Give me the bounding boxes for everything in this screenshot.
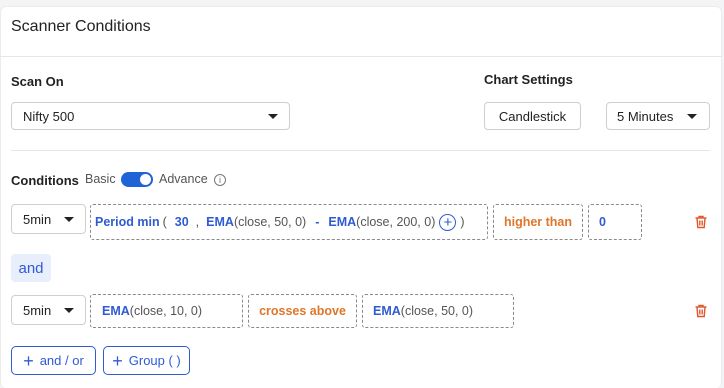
- fn-ema-left[interactable]: EMA: [102, 304, 130, 318]
- page-title: Scanner Conditions: [11, 18, 151, 35]
- scanner-panel: [0, 6, 722, 388]
- delete-row1-icon[interactable]: [693, 214, 709, 235]
- section-divider: [11, 150, 710, 151]
- chart-settings-label: Chart Settings: [484, 72, 573, 87]
- row1-timeframe-select[interactable]: 5min: [11, 204, 86, 234]
- period-value[interactable]: 30: [175, 215, 189, 229]
- info-icon[interactable]: i: [214, 174, 226, 186]
- chart-type-button[interactable]: Candlestick: [484, 102, 581, 130]
- chevron-down-icon: [687, 113, 697, 119]
- mode-advance-label: Advance: [159, 172, 208, 186]
- and-joiner-label: and: [18, 259, 44, 277]
- chevron-down-icon: [64, 307, 74, 313]
- conditions-label: Conditions: [11, 173, 79, 188]
- ema-left-args[interactable]: (close, 10, 0): [130, 304, 202, 318]
- add-and-or-button[interactable]: + and / or: [11, 346, 96, 375]
- row2-timeframe-select[interactable]: 5min: [11, 295, 86, 325]
- comma: ,: [195, 215, 200, 229]
- mode-basic-label: Basic: [85, 172, 116, 186]
- row2-timeframe-value: 5min: [23, 302, 52, 318]
- row2-expression-right[interactable]: EMA (close, 50, 0): [362, 294, 514, 328]
- ema-2-args[interactable]: (close, 200, 0): [356, 215, 435, 229]
- row1-timeframe-value: 5min: [23, 211, 52, 227]
- close-paren: ): [460, 215, 465, 229]
- value-zero: 0: [599, 215, 606, 229]
- mode-toggle[interactable]: [121, 172, 153, 187]
- add-group-button[interactable]: + Group ( ): [103, 346, 190, 375]
- scan-on-value: Nifty 500: [23, 108, 75, 124]
- row1-operator[interactable]: higher than: [493, 204, 583, 240]
- row2-expression-left[interactable]: EMA (close, 10, 0): [90, 294, 243, 328]
- operator-crosses-above: crosses above: [259, 304, 346, 318]
- plus-glyph: +: [443, 213, 453, 231]
- timeframe-select[interactable]: 5 Minutes: [606, 102, 710, 130]
- and-joiner[interactable]: and: [11, 254, 51, 282]
- fn-ema-1[interactable]: EMA: [206, 215, 234, 229]
- chevron-down-icon: [64, 216, 74, 222]
- open-paren: (: [162, 215, 167, 229]
- add-group-label: Group ( ): [128, 353, 181, 368]
- fn-period-min[interactable]: Period min: [95, 215, 160, 229]
- chart-type-label: Candlestick: [498, 108, 567, 124]
- add-operand-icon[interactable]: +: [439, 213, 457, 231]
- chevron-down-icon: [268, 113, 278, 119]
- row1-value[interactable]: 0: [588, 204, 642, 240]
- operator-higher-than: higher than: [503, 215, 573, 229]
- delete-row2-icon[interactable]: [693, 303, 709, 324]
- plus-icon: +: [23, 350, 34, 371]
- ema-1-args[interactable]: (close, 50, 0): [234, 215, 306, 229]
- minus-operator[interactable]: -: [315, 215, 319, 229]
- ema-right-args[interactable]: (close, 50, 0): [401, 304, 473, 318]
- fn-ema-right[interactable]: EMA: [373, 304, 401, 318]
- scan-on-select[interactable]: Nifty 500: [11, 102, 290, 130]
- info-glyph: i: [219, 175, 221, 185]
- header-divider: [0, 56, 722, 57]
- scan-on-label: Scan On: [11, 74, 64, 89]
- row1-expression[interactable]: Period min ( 30 , EMA (close, 50, 0) - E…: [90, 204, 488, 240]
- row2-operator[interactable]: crosses above: [248, 294, 357, 328]
- plus-icon: +: [112, 350, 123, 371]
- add-and-or-label: and / or: [39, 353, 84, 368]
- fn-ema-2[interactable]: EMA: [328, 215, 356, 229]
- timeframe-value: 5 Minutes: [617, 108, 674, 124]
- toggle-knob: [140, 174, 151, 185]
